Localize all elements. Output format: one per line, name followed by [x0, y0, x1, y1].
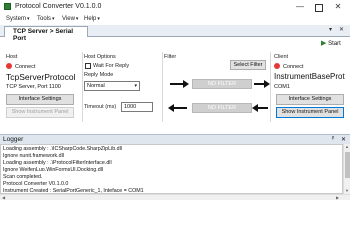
menu-system[interactable]: System▾ [6, 16, 30, 22]
scrollbar-thumb[interactable] [345, 152, 350, 178]
arrow-left-icon [173, 107, 187, 109]
top-filter-box: NO FILTER [192, 79, 252, 89]
log-line: Ignore nunit.framework.dll [3, 153, 64, 159]
start-label: Start [328, 41, 341, 47]
chevron-down-icon: ▾ [27, 16, 30, 22]
maximize-button[interactable] [311, 1, 327, 13]
close-button[interactable]: ✕ [330, 1, 346, 13]
tab-tcp-server-serial-port[interactable]: TCP Server > Serial Port [4, 26, 88, 42]
status-dot-icon [274, 63, 280, 69]
scroll-up-icon[interactable]: ▲ [345, 144, 349, 149]
host-interface-settings-button[interactable]: Interface Settings [6, 94, 74, 105]
host-detail: TCP Server, Port 1100 [6, 84, 61, 90]
scroll-down-icon[interactable]: ▼ [345, 188, 349, 193]
client-name: InstrumentBaseProt [274, 72, 345, 81]
start-button[interactable]: ▶ Start [321, 39, 349, 49]
menu-help[interactable]: Help▾ [84, 16, 100, 22]
host-status: Connect [6, 63, 36, 70]
chevron-down-icon: ▾ [52, 16, 55, 22]
log-line: Protocol Converter V0.1.0.0 [3, 181, 69, 187]
reply-mode-select[interactable]: Normal ▾ [84, 81, 140, 91]
menu-bar: System▾ Tools▾ View▾ Help▾ [0, 14, 350, 25]
title-bar: Protocol Converter V0.1.0.0 — ✕ [0, 0, 350, 14]
select-filter-button[interactable]: Select Filter [230, 60, 266, 70]
arrow-left-icon [257, 107, 268, 109]
play-icon: ▶ [321, 40, 327, 47]
logger-vertical-scrollbar[interactable]: ▲ ▼ [343, 144, 350, 194]
host-name: TcpServerProtocol [6, 72, 76, 82]
host-show-instrument-panel-button[interactable]: Show Instrument Panel [6, 107, 74, 118]
document-tab-bar: TCP Server > Serial Port ▾ ✕ [0, 25, 350, 42]
log-line: Scan completed. [3, 174, 43, 180]
log-line: Loading assembly : .\ProtocolFilterInter… [3, 160, 112, 166]
bottom-filter-box: NO FILTER [192, 103, 252, 113]
reply-mode-label: Reply Mode [84, 72, 114, 78]
status-dot-icon [6, 63, 12, 69]
pin-icon[interactable]: ᵖ [332, 136, 334, 142]
logger-horizontal-scrollbar[interactable]: ◀ ▶ [0, 194, 350, 200]
host-options-label: Host Options [84, 54, 116, 60]
app-icon [4, 3, 11, 10]
scroll-right-icon[interactable]: ▶ [336, 195, 339, 200]
window-title: Protocol Converter V0.1.0.0 [15, 3, 102, 10]
timeout-label: Timeout (ms) [84, 104, 117, 110]
arrow-right-icon [170, 83, 184, 85]
arrow-right-head-icon [183, 80, 189, 88]
chevron-down-icon: ▾ [75, 16, 79, 22]
menu-tools[interactable]: Tools▾ [37, 16, 55, 22]
host-group-label: Host [6, 54, 18, 60]
log-line: Loading assembly : .\ICSharpCode.SharpZi… [3, 146, 122, 152]
filter-group-label: Filter [164, 54, 177, 60]
tab-menu-icon[interactable]: ▾ [329, 26, 332, 33]
timeout-input[interactable]: 1000 [121, 102, 153, 112]
client-show-instrument-panel-button[interactable]: Show Instrument Panel [276, 107, 344, 118]
menu-view[interactable]: View▾ [62, 16, 78, 22]
tab-close-icon[interactable]: ✕ [339, 26, 344, 33]
client-detail: COM1 [274, 84, 290, 90]
logger-title: Logger [3, 136, 24, 143]
wait-for-reply-label: Wait For Reply [93, 63, 130, 69]
client-interface-settings-button[interactable]: Interface Settings [276, 94, 344, 105]
wait-for-reply-checkbox[interactable] [85, 63, 91, 69]
chevron-down-icon: ▾ [134, 83, 137, 89]
chevron-down-icon: ▾ [97, 16, 100, 22]
logger-header: Logger ᵖ ✕ [0, 134, 350, 144]
logger-output[interactable]: Loading assembly : .\ICSharpCode.SharpZi… [0, 144, 343, 194]
client-group-label: Client [274, 54, 289, 60]
scroll-left-icon[interactable]: ◀ [2, 195, 5, 200]
minimize-button[interactable]: — [292, 1, 308, 13]
log-line: Ignore WeifenLuo.WinFormsUI.Docking.dll [3, 167, 103, 173]
logger-close-icon[interactable]: ✕ [341, 136, 346, 143]
client-status: Connect [274, 63, 304, 70]
